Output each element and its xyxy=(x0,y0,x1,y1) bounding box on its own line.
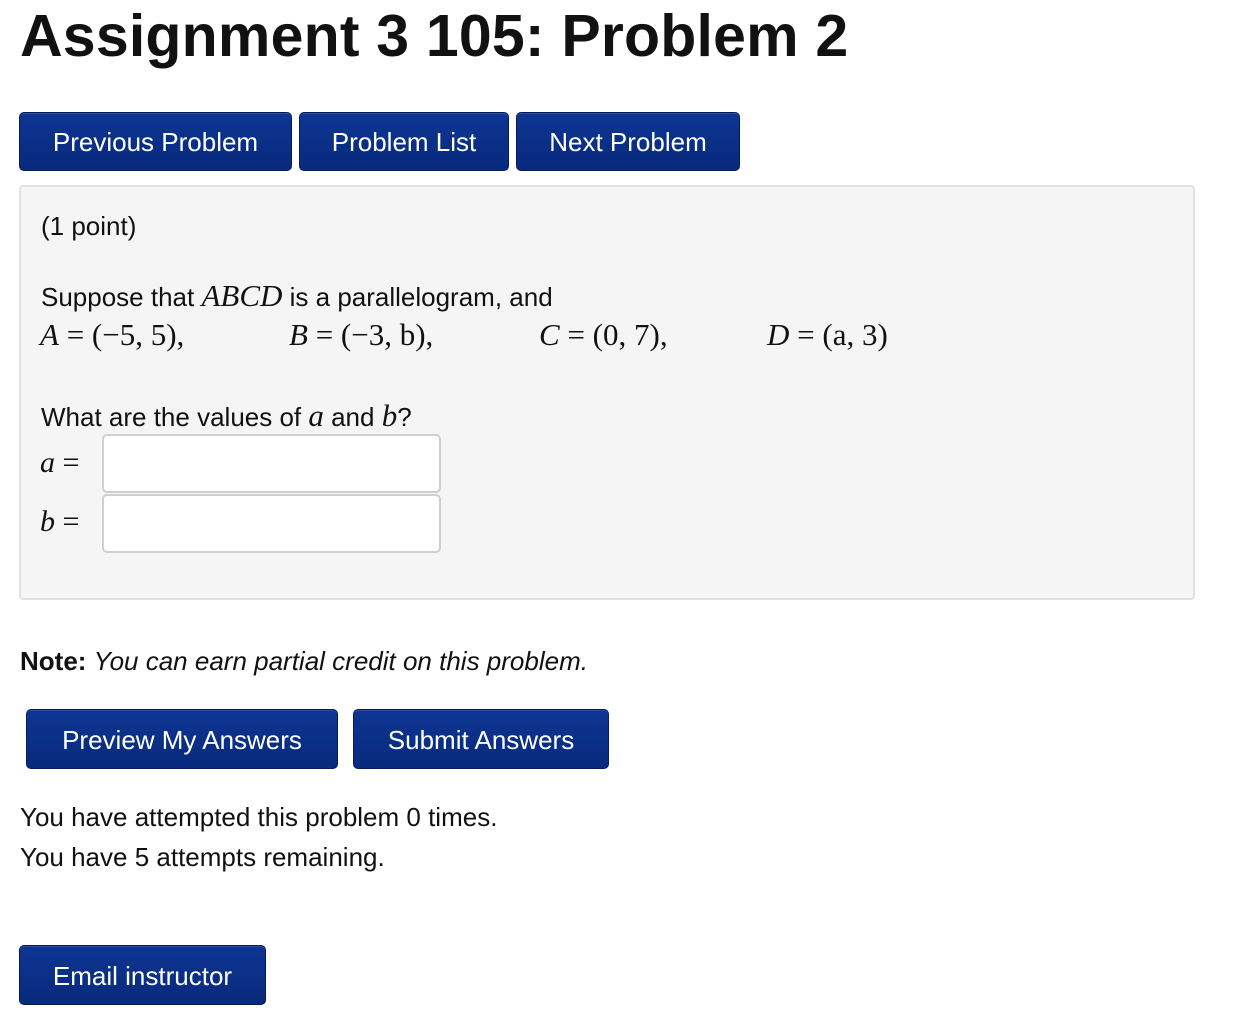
question-var-a: a xyxy=(308,398,324,433)
vertex-name: C xyxy=(539,317,560,352)
vertex-coords: (−3, b), xyxy=(340,317,434,352)
vertex-coords: (−5, 5), xyxy=(91,317,185,352)
answer-b-label: b = xyxy=(40,505,80,538)
previous-problem-button[interactable]: Previous Problem xyxy=(19,112,292,171)
note-label: Note: xyxy=(20,646,87,676)
attempts-made-text: You have attempted this problem 0 times. xyxy=(20,802,498,832)
problem-panel: (1 point) Suppose that ABCD is a paralle… xyxy=(19,185,1195,600)
vertex-b: B = (−3, b), xyxy=(289,317,434,352)
vertex-coords: (0, 7), xyxy=(592,317,668,352)
shape-name: ABCD xyxy=(201,278,283,313)
preview-answers-button[interactable]: Preview My Answers xyxy=(26,709,338,769)
vertex-d: D = (a, 3) xyxy=(767,317,888,352)
vertex-name: D xyxy=(767,317,790,352)
submit-answers-button[interactable]: Submit Answers xyxy=(353,709,609,769)
vertex-name: B xyxy=(289,317,308,352)
vertex-c: C = (0, 7), xyxy=(539,317,668,352)
partial-credit-note: Note: You can earn partial credit on thi… xyxy=(20,646,588,677)
problem-list-button[interactable]: Problem List xyxy=(299,112,509,171)
answer-a-label: a = xyxy=(40,446,80,479)
note-text: You can earn partial credit on this prob… xyxy=(93,646,588,676)
next-problem-button[interactable]: Next Problem xyxy=(516,112,740,171)
attempts-remaining-text: You have 5 attempts remaining. xyxy=(20,842,385,872)
statement-prefix: Suppose that xyxy=(41,282,202,312)
question-var-b: b xyxy=(381,398,398,433)
page-title: Assignment 3 105: Problem 2 xyxy=(20,3,849,69)
problem-question: What are the values of a and b? xyxy=(41,398,412,433)
vertex-a: A = (−5, 5), xyxy=(40,317,185,352)
statement-suffix: is a parallelogram, and xyxy=(282,282,553,312)
answer-a-input[interactable] xyxy=(102,434,441,493)
vertex-name: A xyxy=(40,317,59,352)
problem-points: (1 point) xyxy=(41,211,137,241)
email-instructor-button[interactable]: Email instructor xyxy=(19,945,266,1005)
vertex-coords: (a, 3) xyxy=(822,317,888,352)
answer-b-input[interactable] xyxy=(102,494,441,553)
problem-statement: Suppose that ABCD is a parallelogram, an… xyxy=(41,278,553,314)
